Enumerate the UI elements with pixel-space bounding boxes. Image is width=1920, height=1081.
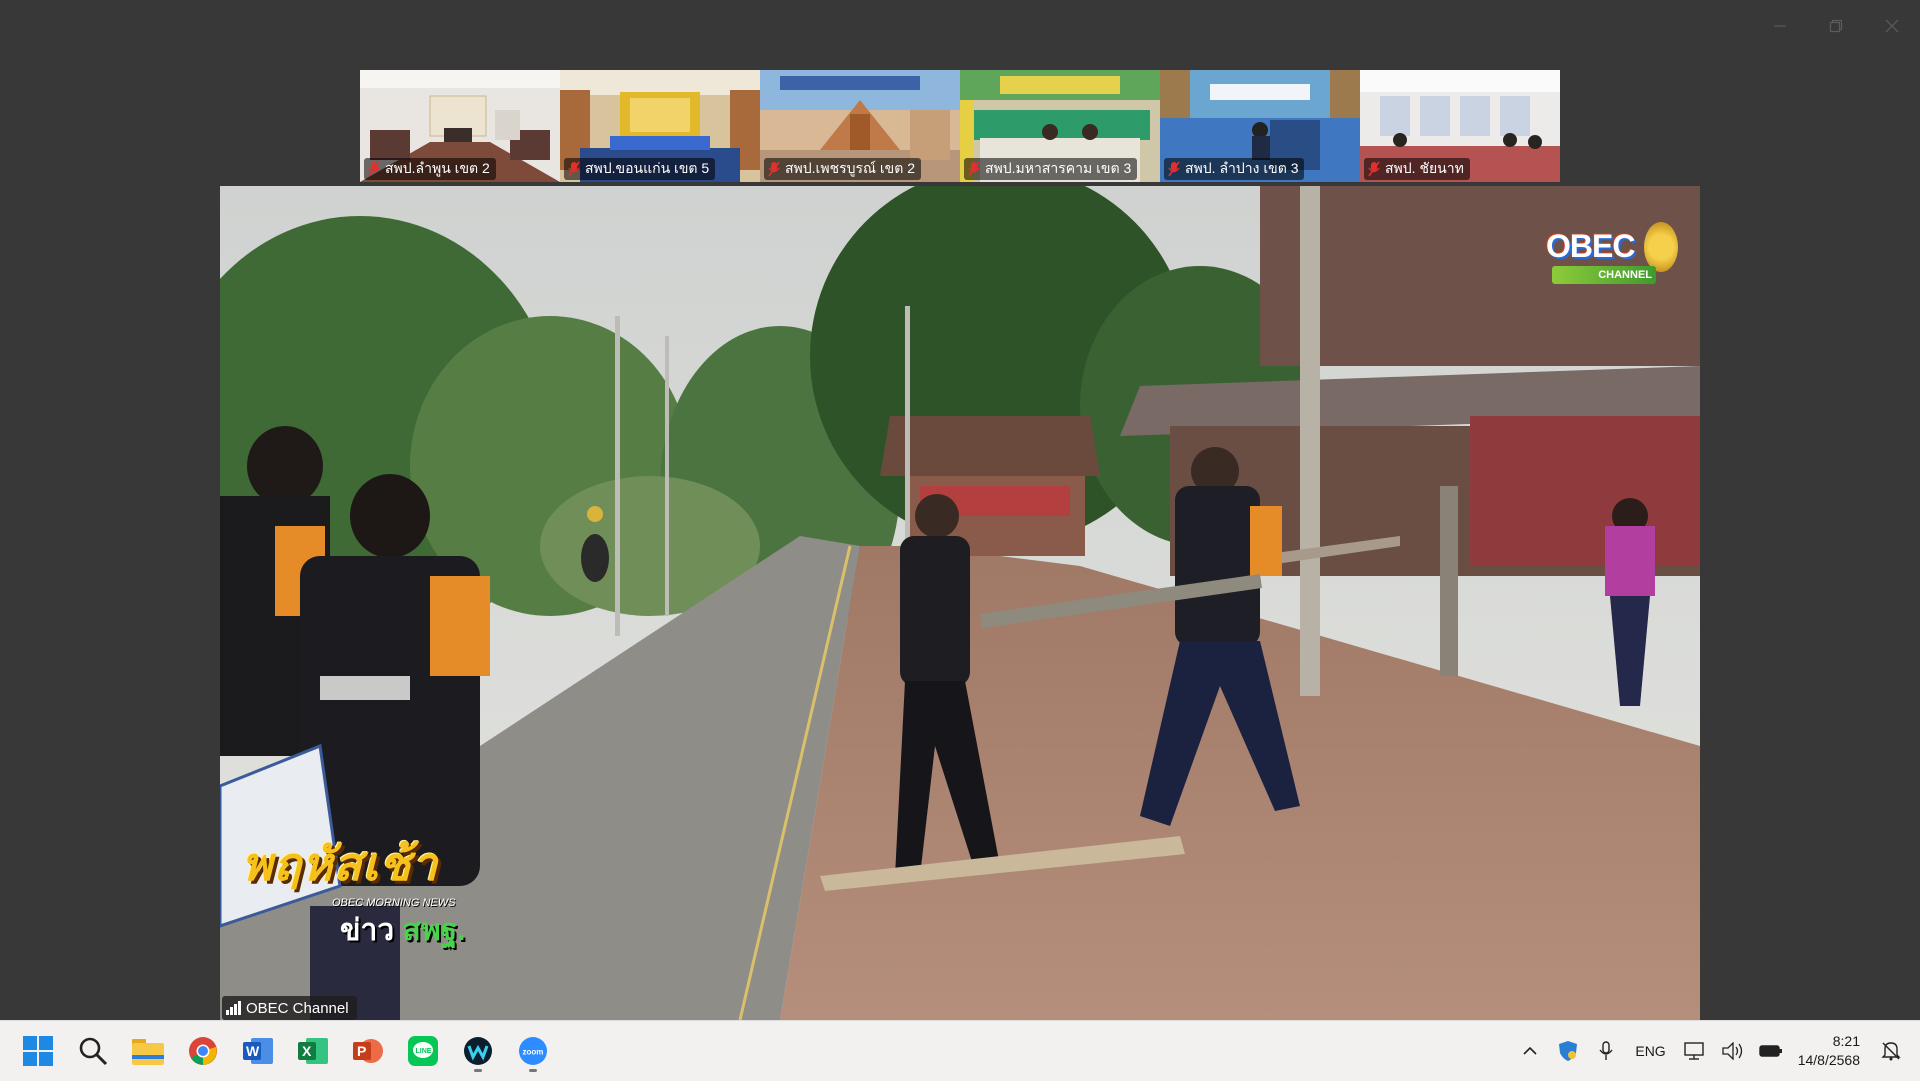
active-speaker-video[interactable]: OBEC CHANNEL พฤหัสเช้า OBEC MORNING NEWS… [220,186,1700,1020]
participant-name-label: สพป.เพชรบูรณ์ เขต 2 [764,158,921,180]
minimize-icon[interactable] [1752,14,1808,38]
logo-subtext: CHANNEL [1552,266,1656,284]
webex-icon[interactable] [456,1029,500,1073]
show-title-graphic: พฤหัสเช้า OBEC MORNING NEWS ข่าว สพฐ. [242,828,466,954]
emblem-icon [1644,222,1678,272]
windows-start-icon[interactable] [16,1029,60,1073]
muted-mic-icon [568,161,580,177]
chrome-icon[interactable] [181,1029,225,1073]
powerpoint-icon[interactable]: P [346,1029,390,1073]
speaker-name-label: OBEC Channel [222,996,357,1020]
participant-name-label: สพป.ลำพูน เขต 2 [364,158,496,180]
volume-icon[interactable] [1714,1031,1752,1071]
file-explorer-icon[interactable] [126,1029,170,1073]
participant-name: สพป. ลำปาง เขต 3 [1185,160,1299,176]
microphone-icon[interactable] [1587,1031,1625,1071]
search-icon[interactable] [71,1029,115,1073]
participant-tile[interactable]: สพป.ลำพูน เขต 2 [360,70,560,182]
line-icon[interactable]: LINE [401,1029,445,1073]
running-indicator [474,1069,482,1072]
participant-name-label: สพป.ขอนแก่น เขต 5 [564,158,716,180]
battery-icon[interactable] [1752,1031,1790,1071]
svg-text:LINE: LINE [416,1048,432,1055]
speaker-name: OBEC Channel [246,999,349,1017]
chevron-up-icon[interactable] [1511,1031,1549,1071]
windows-taskbar: W X P LINE zoom ENG 8:21 14/8/2568 [0,1020,1920,1081]
window-controls [1752,14,1920,38]
participant-name-label: สพป.มหาสารคาม เขต 3 [964,158,1138,180]
participant-gallery: สพป.ลำพูน เขต 2 สพป.ขอนแก่น เขต 5 สพป.เพ… [360,70,1560,182]
excel-icon[interactable]: X [291,1029,335,1073]
running-indicator [529,1069,537,1072]
clock-date: 14/8/2568 [1797,1052,1860,1068]
system-clock[interactable]: 8:21 14/8/2568 [1790,1032,1872,1070]
muted-mic-icon [968,161,980,177]
participant-name-label: สพป. ชัยนาท [1364,158,1470,180]
participant-name: สพป.ขอนแก่น เขต 5 [585,160,710,176]
muted-mic-icon [1168,161,1180,177]
taskbar-apps: W X P LINE zoom [16,1029,555,1073]
news-prefix: ข่าว [340,914,395,947]
muted-mic-icon [768,161,780,177]
muted-mic-icon [368,161,380,177]
participant-tile[interactable]: สพป.ขอนแก่น เขต 5 [560,70,760,182]
participant-name: สพป.เพชรบูรณ์ เขต 2 [785,160,915,176]
participant-tile[interactable]: สพป. ลำปาง เขต 3 [1160,70,1360,182]
show-news-label: ข่าว สพฐ. [340,907,466,954]
participant-name: สพป.ลำพูน เขต 2 [385,160,490,176]
participant-tile[interactable]: สพป. ชัยนาท [1360,70,1560,182]
input-language[interactable]: ENG [1625,1043,1675,1059]
network-icon[interactable] [1676,1031,1714,1071]
security-shield-icon[interactable] [1549,1031,1587,1071]
signal-strength-icon [226,1001,241,1015]
restore-icon[interactable] [1808,14,1864,38]
participant-name: สพป.มหาสารคาม เขต 3 [985,160,1132,176]
zoom-icon[interactable]: zoom [511,1029,555,1073]
svg-text:W: W [246,1043,260,1059]
participant-name: สพป. ชัยนาท [1385,160,1464,176]
muted-mic-icon [1368,161,1380,177]
participant-tile[interactable]: สพป.มหาสารคาม เขต 3 [960,70,1160,182]
logo-text: OBEC [1546,228,1635,264]
news-brand: สพฐ. [402,914,466,947]
show-title: พฤหัสเช้า [242,839,439,890]
participant-tile[interactable]: สพป.เพชรบูรณ์ เขต 2 [760,70,960,182]
svg-text:X: X [302,1043,312,1059]
notification-icon[interactable] [1872,1031,1910,1071]
obec-channel-logo: OBEC CHANNEL [1546,222,1678,292]
clock-time: 8:21 [1832,1033,1860,1049]
close-icon[interactable] [1864,14,1920,38]
word-icon[interactable]: W [236,1029,280,1073]
svg-text:zoom: zoom [523,1048,544,1057]
system-tray: ENG 8:21 14/8/2568 [1511,1021,1910,1081]
svg-text:P: P [357,1043,366,1059]
participant-name-label: สพป. ลำปาง เขต 3 [1164,158,1305,180]
